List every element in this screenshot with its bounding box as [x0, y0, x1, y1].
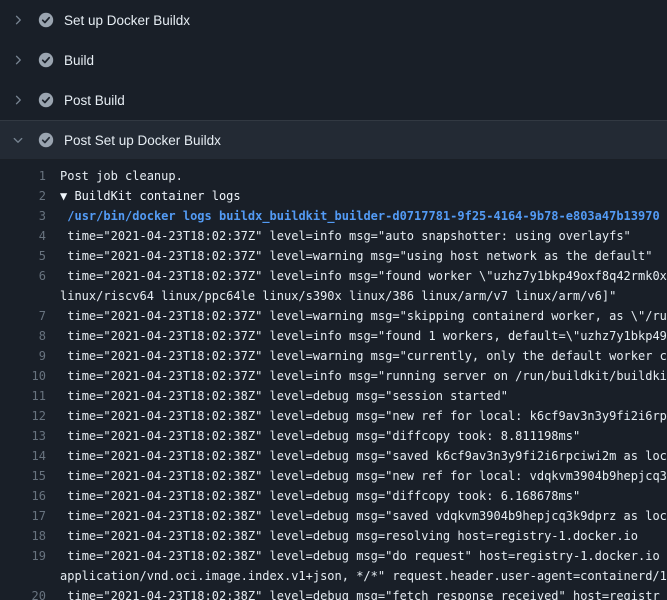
line-number[interactable]: 11 — [0, 386, 60, 406]
chevron-down-icon[interactable] — [12, 134, 24, 146]
chevron-right-icon[interactable] — [12, 54, 24, 66]
step-title: Post Build — [64, 93, 125, 108]
step-section-setup-docker-buildx[interactable]: Set up Docker Buildx — [0, 0, 667, 40]
log-line: 2 ▼ BuildKit container logs — [0, 186, 667, 206]
log-text: time="2021-04-23T18:02:37Z" level=info m… — [60, 326, 667, 346]
log-text: time="2021-04-23T18:02:38Z" level=debug … — [60, 446, 667, 466]
log-text: time="2021-04-23T18:02:37Z" level=warnin… — [60, 246, 667, 266]
chevron-right-icon[interactable] — [12, 14, 24, 26]
log-text: time="2021-04-23T18:02:37Z" level=info m… — [60, 266, 667, 286]
log-text: application/vnd.oci.image.index.v1+json,… — [60, 566, 667, 586]
log-text: time="2021-04-23T18:02:38Z" level=debug … — [60, 586, 667, 600]
line-number[interactable]: 5 — [0, 246, 60, 266]
log-line: 11 time="2021-04-23T18:02:38Z" level=deb… — [0, 386, 667, 406]
log-text: Post job cleanup. — [60, 166, 667, 186]
log-line: 1 Post job cleanup. — [0, 166, 667, 186]
log-line: 12 time="2021-04-23T18:02:38Z" level=deb… — [0, 406, 667, 426]
step-section-build[interactable]: Build — [0, 40, 667, 80]
log-line: 9 time="2021-04-23T18:02:37Z" level=warn… — [0, 346, 667, 366]
log-text: time="2021-04-23T18:02:38Z" level=debug … — [60, 546, 667, 566]
line-number[interactable]: 7 — [0, 306, 60, 326]
log-line: application/vnd.oci.image.index.v1+json,… — [0, 566, 667, 586]
log-line: 8 time="2021-04-23T18:02:37Z" level=info… — [0, 326, 667, 346]
log-line: 18 time="2021-04-23T18:02:38Z" level=deb… — [0, 526, 667, 546]
line-number[interactable]: 12 — [0, 406, 60, 426]
log-line: 20 time="2021-04-23T18:02:38Z" level=deb… — [0, 586, 667, 600]
log-text: time="2021-04-23T18:02:38Z" level=debug … — [60, 386, 667, 406]
log-group-toggle[interactable]: ▼ BuildKit container logs — [60, 186, 667, 206]
step-section-post-build[interactable]: Post Build — [0, 80, 667, 120]
log-line: 3 /usr/bin/docker logs buildx_buildkit_b… — [0, 206, 667, 226]
log-text: linux/riscv64 linux/ppc64le linux/s390x … — [60, 286, 667, 306]
log-text: time="2021-04-23T18:02:38Z" level=debug … — [60, 526, 667, 546]
actions-log-viewer: Set up Docker Buildx Build Post Build Po… — [0, 0, 667, 600]
step-section-post-setup-docker-buildx[interactable]: Post Set up Docker Buildx — [0, 120, 667, 160]
log-line: 7 time="2021-04-23T18:02:37Z" level=warn… — [0, 306, 667, 326]
log-line: 10 time="2021-04-23T18:02:37Z" level=inf… — [0, 366, 667, 386]
line-number[interactable]: 1 — [0, 166, 60, 186]
log-line: 5 time="2021-04-23T18:02:37Z" level=warn… — [0, 246, 667, 266]
log-line: 14 time="2021-04-23T18:02:38Z" level=deb… — [0, 446, 667, 466]
line-number[interactable]: 8 — [0, 326, 60, 346]
log-line: linux/riscv64 linux/ppc64le linux/s390x … — [0, 286, 667, 306]
log-text: time="2021-04-23T18:02:38Z" level=debug … — [60, 426, 667, 446]
log-line: 13 time="2021-04-23T18:02:38Z" level=deb… — [0, 426, 667, 446]
line-number[interactable]: 2 — [0, 186, 60, 206]
step-title: Build — [64, 53, 94, 68]
line-number[interactable]: 4 — [0, 226, 60, 246]
log-text: time="2021-04-23T18:02:37Z" level=warnin… — [60, 306, 667, 326]
step-title: Set up Docker Buildx — [64, 13, 190, 28]
log-text: time="2021-04-23T18:02:38Z" level=debug … — [60, 506, 667, 526]
check-circle-icon — [38, 132, 54, 148]
step-title: Post Set up Docker Buildx — [64, 133, 221, 148]
log-line: 17 time="2021-04-23T18:02:38Z" level=deb… — [0, 506, 667, 526]
line-number[interactable]: 3 — [0, 206, 60, 226]
check-circle-icon — [38, 12, 54, 28]
log-text: time="2021-04-23T18:02:38Z" level=debug … — [60, 486, 667, 506]
line-number[interactable]: 19 — [0, 546, 60, 566]
log-text: time="2021-04-23T18:02:37Z" level=info m… — [60, 226, 667, 246]
line-number[interactable]: 16 — [0, 486, 60, 506]
chevron-right-icon[interactable] — [12, 94, 24, 106]
line-number[interactable]: 13 — [0, 426, 60, 446]
line-number[interactable]: 9 — [0, 346, 60, 366]
log-line: 16 time="2021-04-23T18:02:38Z" level=deb… — [0, 486, 667, 506]
line-number[interactable]: 17 — [0, 506, 60, 526]
line-number[interactable] — [0, 286, 60, 306]
log-line: 4 time="2021-04-23T18:02:37Z" level=info… — [0, 226, 667, 246]
line-number[interactable]: 14 — [0, 446, 60, 466]
log-text: time="2021-04-23T18:02:38Z" level=debug … — [60, 466, 667, 486]
check-circle-icon — [38, 52, 54, 68]
line-number[interactable]: 20 — [0, 586, 60, 600]
log-text: time="2021-04-23T18:02:38Z" level=debug … — [60, 406, 667, 426]
log-text: /usr/bin/docker logs buildx_buildkit_bui… — [60, 206, 667, 226]
line-number[interactable]: 10 — [0, 366, 60, 386]
log-line: 19 time="2021-04-23T18:02:38Z" level=deb… — [0, 546, 667, 566]
line-number[interactable]: 15 — [0, 466, 60, 486]
log-line: 6 time="2021-04-23T18:02:37Z" level=info… — [0, 266, 667, 286]
line-number[interactable]: 6 — [0, 266, 60, 286]
log-line: 15 time="2021-04-23T18:02:38Z" level=deb… — [0, 466, 667, 486]
line-number[interactable] — [0, 566, 60, 586]
line-number[interactable]: 18 — [0, 526, 60, 546]
check-circle-icon — [38, 92, 54, 108]
log-text: time="2021-04-23T18:02:37Z" level=warnin… — [60, 346, 667, 366]
log-text: time="2021-04-23T18:02:37Z" level=info m… — [60, 366, 667, 386]
log-output: 1 Post job cleanup. 2 ▼ BuildKit contain… — [0, 160, 667, 600]
